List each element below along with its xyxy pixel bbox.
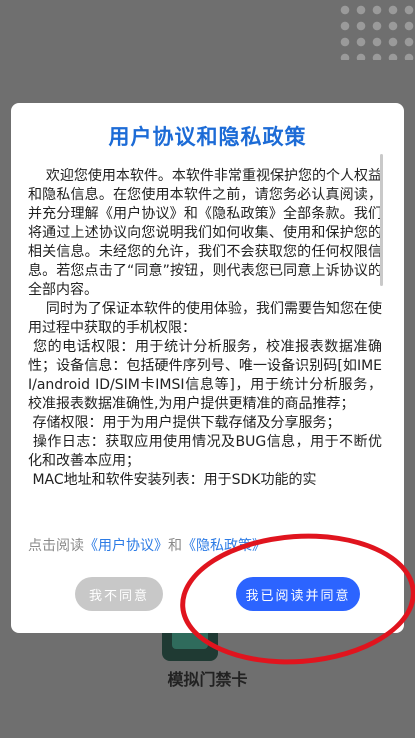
dialog-title: 用户协议和隐私政策: [108, 125, 307, 149]
dialog-content: 欢迎您使用本软件。本软件非常重视保护您的个人权益和隐私信息。在您使用本软件之前，…: [28, 167, 382, 621]
links-and: 和: [168, 538, 182, 554]
agreement-text: 欢迎您使用本软件。本软件非常重视保护您的个人权益和隐私信息。在您使用本软件之前，…: [28, 168, 382, 488]
decorative-dots: [335, 0, 415, 60]
links-prefix: 点击阅读: [28, 538, 84, 554]
agree-button[interactable]: 我已阅读并同意: [236, 577, 360, 611]
agreement-scroll-area[interactable]: 欢迎您使用本软件。本软件非常重视保护您的个人权益和隐私信息。在您使用本软件之前，…: [28, 167, 382, 525]
scrollbar[interactable]: [380, 154, 383, 286]
privacy-dialog: 用户协议和隐私政策 欢迎您使用本软件。本软件非常重视保护您的个人权益和隐私信息。…: [11, 103, 404, 633]
privacy-policy-link[interactable]: 《隐私政策》: [182, 538, 266, 554]
user-agreement-link[interactable]: 《用户协议》: [84, 538, 168, 554]
agreement-links: 点击阅读《用户协议》和《隐私政策》: [28, 535, 266, 555]
disagree-button[interactable]: 我不同意: [75, 577, 163, 611]
app-label: 模拟门禁卡: [167, 670, 248, 689]
